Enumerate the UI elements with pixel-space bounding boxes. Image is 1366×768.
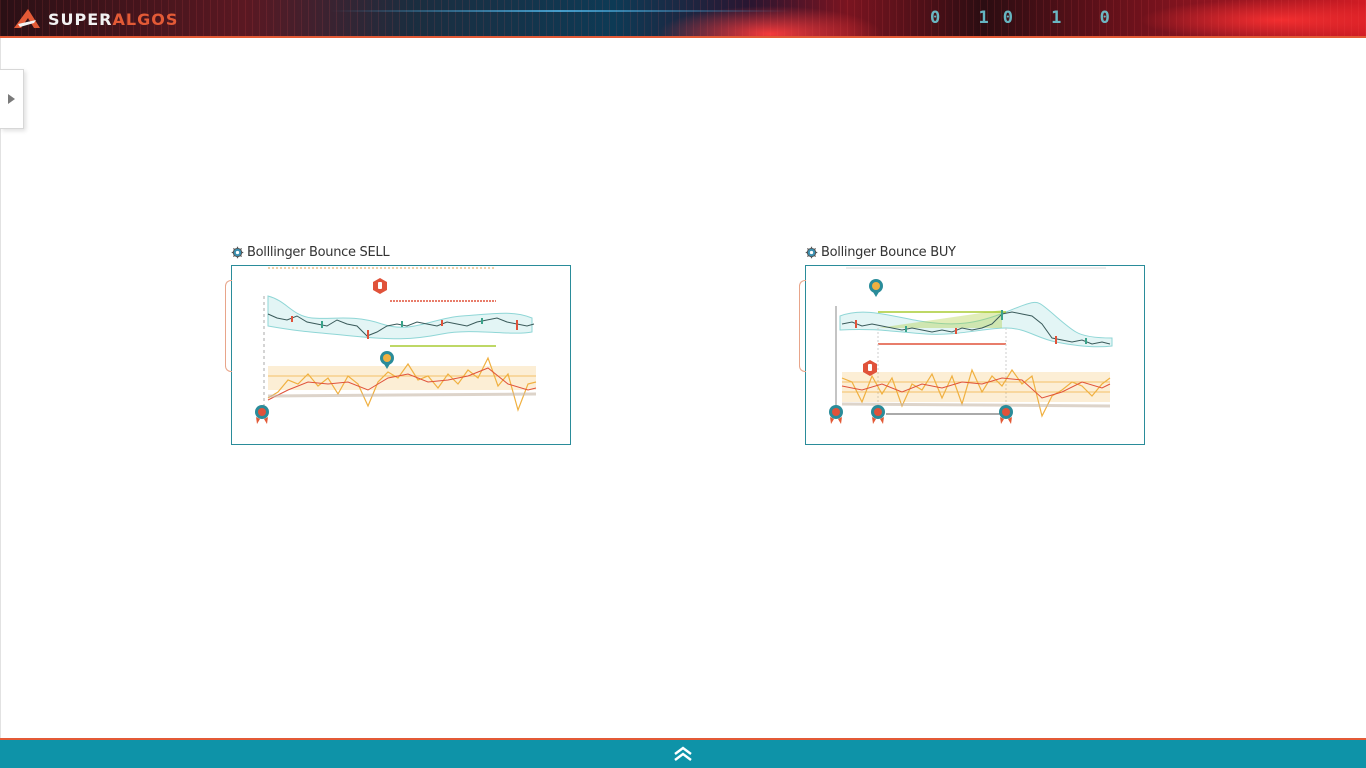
workspace-left-border bbox=[0, 38, 1, 738]
strategy-card-sell[interactable]: Bolllinger Bounce SELL bbox=[225, 243, 571, 445]
start-badge-icon bbox=[871, 405, 885, 424]
strategy-preview-chart bbox=[829, 267, 1113, 424]
triangle-right-icon bbox=[8, 94, 15, 104]
logo-wordmark: SUPERALGOS bbox=[48, 10, 178, 29]
banner-glow bbox=[330, 10, 790, 12]
strategy-title[interactable]: Bollinger Bounce BUY bbox=[821, 245, 956, 260]
top-banner: SUPERALGOS 0 10 1 0 bbox=[0, 0, 1366, 38]
strategy-title-row: Bollinger Bounce BUY bbox=[805, 243, 1145, 261]
superalgos-logo-icon bbox=[14, 9, 40, 28]
strategy-preview-chart bbox=[255, 267, 537, 424]
double-chevron-up-icon[interactable] bbox=[672, 745, 694, 763]
strategy-preview[interactable] bbox=[225, 265, 571, 445]
start-badge-icon bbox=[999, 405, 1013, 424]
superalgos-logo[interactable]: SUPERALGOS bbox=[12, 6, 178, 32]
gear-icon bbox=[805, 246, 818, 258]
strategy-title-row: Bolllinger Bounce SELL bbox=[231, 243, 571, 261]
bottom-bar bbox=[0, 738, 1366, 768]
strategy-bracket bbox=[799, 280, 806, 372]
start-badge-icon bbox=[255, 405, 269, 424]
stop-loss-hand-icon bbox=[373, 278, 387, 294]
logo-text-accent: ALGOS bbox=[112, 9, 179, 29]
banner-binary-text: 0 10 1 0 bbox=[930, 8, 1124, 28]
oscillator-band bbox=[268, 366, 536, 390]
oscillator-band bbox=[842, 372, 1110, 402]
start-badge-icon bbox=[829, 405, 843, 424]
strategy-card-buy[interactable]: Bollinger Bounce BUY bbox=[799, 243, 1145, 445]
logo-text-primary: SUPER bbox=[48, 9, 113, 29]
banner-decoration bbox=[0, 0, 1366, 36]
gear-icon bbox=[231, 246, 244, 258]
bollinger-band bbox=[267, 295, 533, 340]
side-panel-toggle-button[interactable] bbox=[0, 69, 24, 129]
take-profit-hand-icon bbox=[869, 279, 883, 297]
strategy-title[interactable]: Bolllinger Bounce SELL bbox=[247, 245, 390, 260]
strategy-preview[interactable] bbox=[799, 265, 1145, 445]
strategy-bracket bbox=[225, 280, 232, 372]
